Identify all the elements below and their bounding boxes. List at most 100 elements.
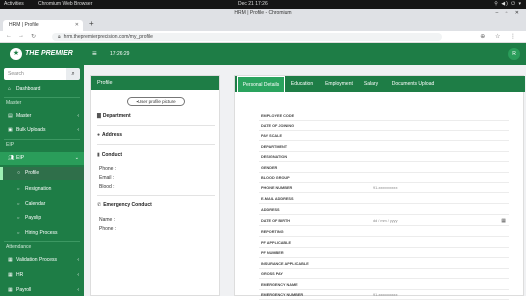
row-value[interactable]: 91-xxxxxxxxxx (373, 183, 397, 193)
sidebar-heading-eip: EIP (6, 142, 15, 148)
address-bar[interactable]: 🔒︎ hrm.thepremierprecision.com/my_profile (52, 33, 442, 41)
row-label: EMERGENCY NAME (261, 283, 298, 287)
detail-row-insurance-applicable: INSURANCE APPLICABLE (259, 259, 509, 269)
tab-salary[interactable]: Salary (360, 76, 382, 92)
row-label: DATE OF JOINING (261, 124, 295, 128)
row-label: DATE OF BIRTH (261, 219, 291, 223)
detail-row-date-of-joining: DATE OF JOINING (259, 121, 509, 131)
sidebar-item-profile[interactable]: ○ Profile (0, 167, 84, 180)
book-icon: ▮ (97, 152, 100, 158)
sidebar-item-hr[interactable]: ▦ HR ‹ (0, 269, 84, 282)
address-label: Address (102, 132, 123, 138)
row-label: PF APPLICABLE (261, 241, 292, 245)
department-label: Department (102, 113, 131, 119)
window-titlebar: HRM | Profile - Chromium – ▫ ✕ (0, 9, 526, 18)
tab-personal-details[interactable]: Personal Details (237, 76, 285, 92)
blood-field: Blood : (99, 184, 115, 190)
sidebar: Search ⌕ ⌂ Dashboard Master ▤ Master ‹ ▣ Bu… (0, 65, 84, 296)
sidebar-item-hiring-process[interactable]: ○ Hiring Process (0, 226, 84, 239)
calendar-icon[interactable]: ▦ (501, 216, 506, 226)
row-label: ADDRESS (261, 208, 280, 212)
circle-icon: ○ (17, 186, 20, 191)
row-label: BLOOD GROUP (261, 176, 290, 180)
emergency-conduct-label: Emergency Conduct (103, 202, 152, 208)
sidebar-item-bulk-uploads[interactable]: ▣ Bulk Uploads ‹ (0, 124, 84, 137)
phone-field: Phone : (99, 166, 117, 172)
user-avatar[interactable]: R (508, 48, 520, 60)
users-icon: 👥︎ (8, 155, 15, 161)
circle-icon: ○ (17, 230, 20, 235)
details-card: Personal Details Education Employment Sa… (234, 75, 525, 300)
new-tab-icon[interactable]: + (89, 19, 94, 28)
sidebar-item-label: Bulk Uploads (16, 127, 46, 133)
profile-card: Profile ▪User profile picture ▇ Departmen… (90, 75, 220, 296)
browser-tab-strip: HRM | Profile ✕ + (0, 18, 526, 31)
email-field: Email : (99, 175, 115, 181)
circle-icon: ○ (17, 215, 20, 220)
detail-row-address: ADDRESS (259, 205, 509, 215)
list-icon: ▤ (8, 113, 13, 119)
browser-action-icons[interactable]: ⊕ ☆ ⋮ (480, 33, 520, 40)
details-tabs: Personal Details Education Employment Sa… (235, 76, 525, 92)
brand-name: THE PREMIER (25, 50, 73, 57)
forward-icon[interactable]: → (18, 33, 24, 39)
department-heading: ▇ Department (97, 113, 131, 119)
conduct-heading: ▮ Conduct (97, 152, 122, 158)
sidebar-item-label: EIP (16, 155, 25, 161)
menu-toggle-icon[interactable]: ≡ (92, 49, 97, 58)
url-text: hrm.thepremierprecision.com/my_profile (63, 34, 153, 40)
detail-row-phone-number: PHONE NUMBER 91-xxxxxxxxxx (259, 183, 509, 193)
chevron-left-icon: ‹ (77, 113, 79, 119)
close-tab-icon[interactable]: ✕ (75, 20, 79, 31)
row-label: GROSS PAY (261, 272, 283, 276)
search-icon[interactable]: ⌕ (66, 68, 80, 80)
emergency-name-field: Name : (99, 217, 116, 223)
window-controls[interactable]: – ▫ ✕ (495, 9, 522, 18)
row-value[interactable]: 91-xxxxxxxxxx (373, 290, 397, 300)
sidebar-heading-attendance: Attendance (6, 244, 32, 250)
app-menu[interactable]: Chromium Web Browser (38, 0, 92, 9)
circle-icon: ○ (17, 170, 21, 176)
tab-documents-upload[interactable]: Documents Upload (386, 76, 440, 92)
sidebar-item-payslip[interactable]: ○ Payslip (0, 211, 84, 224)
user-icon: ▦ (8, 272, 13, 278)
row-label: PF NUMBER (261, 251, 284, 255)
wallet-icon: ▦ (8, 287, 13, 293)
sidebar-item-eip[interactable]: 👥︎ EIP ⌄ (0, 152, 84, 165)
sidebar-item-master[interactable]: ▤ Master ‹ (0, 110, 84, 123)
row-label: E-MAIL ADDRESS (261, 197, 294, 201)
sidebar-item-validation-process[interactable]: ▦ Validation Process ‹ (0, 254, 84, 267)
row-label: PHONE NUMBER (261, 186, 293, 190)
sidebar-item-label: Hiring Process (25, 230, 58, 236)
detail-row-department: DEPARTMENT (259, 142, 509, 152)
browser-tab[interactable]: HRM | Profile ✕ (3, 20, 83, 31)
sidebar-item-label: Validation Process (16, 257, 58, 263)
row-label: EMPLOYEE CODE (261, 114, 295, 118)
sidebar-item-calendar[interactable]: ○ Calendar (0, 197, 84, 210)
activities-button[interactable]: Activities (4, 0, 24, 9)
sidebar-item-resignation[interactable]: ○ Resignation (0, 182, 84, 195)
divider (97, 144, 215, 145)
detail-row-gross-pay: GROSS PAY (259, 269, 509, 279)
sidebar-item-payroll[interactable]: ▦ Payroll ‹ (0, 284, 84, 297)
profile-picture-button[interactable]: ▪User profile picture (127, 97, 185, 106)
back-icon[interactable]: ← (6, 33, 12, 39)
building-icon: ▇ (97, 113, 101, 119)
map-marker-icon: ● (97, 132, 101, 138)
row-label: INSURANCE APPLICABLE (261, 262, 309, 266)
system-tray-icons[interactable]: ⚲ ◀) ⏻ ▾ (494, 0, 522, 9)
window-title: HRM | Profile - Chromium (234, 10, 292, 16)
sidebar-item-dashboard[interactable]: ⌂ Dashboard (0, 83, 84, 96)
conduct-label: Conduct (101, 152, 123, 158)
date-of-birth-input[interactable]: dd / mm / yyyy (373, 216, 397, 226)
sidebar-divider (4, 241, 80, 242)
divider (97, 125, 215, 126)
tab-employment[interactable]: Employment (321, 76, 357, 92)
sidebar-heading-master: Master (6, 100, 22, 106)
tab-education[interactable]: Education (287, 76, 317, 92)
system-clock[interactable]: Dec 21 17:26 (238, 0, 268, 9)
reload-icon[interactable]: ↻ (31, 33, 36, 40)
upload-icon: ▣ (8, 127, 13, 133)
sidebar-search-input[interactable]: Search (4, 68, 66, 80)
chevron-left-icon: ‹ (77, 127, 79, 133)
